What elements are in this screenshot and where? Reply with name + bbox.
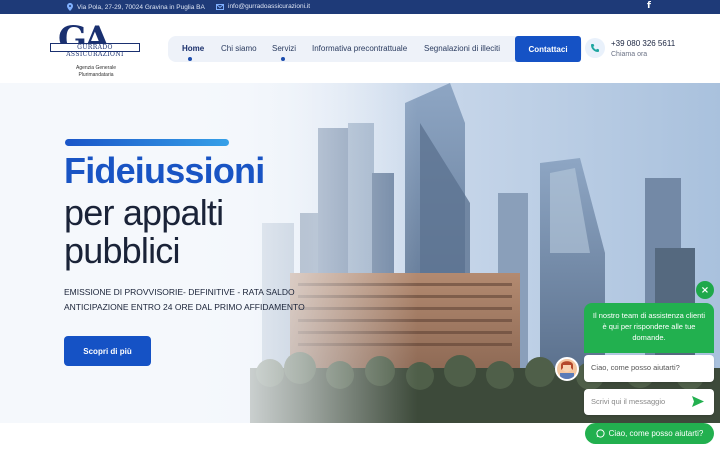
- hero-title-line3: pubblici: [64, 230, 180, 271]
- chat-intro-panel: Il nostro team di assistenza clienti è q…: [584, 303, 714, 353]
- mail-icon: [216, 3, 224, 10]
- logo-subtitle-line1: Agenzia Generale: [75, 65, 117, 71]
- email-item[interactable]: info@gurradoassicurazioni.it: [216, 3, 310, 10]
- hero-title-line2: per appalti: [64, 192, 224, 233]
- hero-title-highlight: Fideiussioni: [64, 150, 265, 191]
- whatsapp-chat-label[interactable]: Ciao, come posso aiutarti?: [609, 429, 704, 438]
- whatsapp-chat-button[interactable]: Ciao, come posso aiutarti?: [585, 423, 714, 444]
- phone-number[interactable]: +39 080 326 5611: [611, 39, 675, 48]
- logo-subtitle-line2: Plurimandataria: [78, 72, 114, 78]
- nav-item-home[interactable]: Home: [182, 44, 204, 53]
- site-header: GA GURRADO ASSICURAZIONI Agenzia General…: [0, 14, 720, 83]
- send-icon[interactable]: [692, 396, 704, 407]
- nav-item-informativa[interactable]: Informativa precontrattuale: [312, 44, 407, 53]
- chat-close-button[interactable]: ×: [696, 281, 714, 299]
- phone-icon: [591, 44, 599, 52]
- location-pin-icon: [67, 3, 73, 11]
- address-item: Via Pola, 27-29, 70024 Gravina in Puglia…: [67, 3, 205, 11]
- logo-subtitle: Agenzia Generale Plurimandataria: [66, 65, 126, 79]
- whatsapp-icon: [596, 429, 605, 438]
- phone-button[interactable]: [585, 38, 605, 58]
- hero-accent-line: [65, 139, 229, 146]
- call-now-label: Chiama ora: [611, 51, 648, 58]
- chat-agent-message: Ciao, come posso aiutarti?: [584, 355, 714, 382]
- nav-active-dot: [188, 57, 192, 61]
- contact-button[interactable]: Contattaci: [515, 36, 581, 62]
- discover-more-button[interactable]: Scopri di più: [64, 336, 151, 366]
- agent-avatar: [555, 357, 579, 381]
- chat-agent-message-text: Ciao, come posso aiutarti?: [591, 363, 680, 372]
- address-text: Via Pola, 27-29, 70024 Gravina in Puglia…: [77, 3, 205, 11]
- nav-item-servizi[interactable]: Servizi: [272, 44, 296, 53]
- top-bar: Via Pola, 27-29, 70024 Gravina in Puglia…: [0, 0, 720, 14]
- hero-description-line1: EMISSIONE DI PROVVISORIE- DEFINITIVE - R…: [64, 287, 295, 297]
- email-link[interactable]: info@gurradoassicurazioni.it: [228, 3, 310, 10]
- facebook-icon[interactable]: f: [647, 1, 651, 11]
- logo[interactable]: GA GURRADO ASSICURAZIONI Agenzia General…: [50, 19, 140, 83]
- hero-description-line2: ANTICIPAZIONE ENTRO 24 ORE DAL PRIMO AFF…: [64, 302, 305, 312]
- nav-item-chi-siamo[interactable]: Chi siamo: [221, 44, 257, 53]
- logo-name: GURRADO ASSICURAZIONI: [50, 43, 140, 58]
- nav-item-segnalazioni[interactable]: Segnalazioni di illeciti: [424, 44, 500, 53]
- nav-submenu-dot: [281, 57, 285, 61]
